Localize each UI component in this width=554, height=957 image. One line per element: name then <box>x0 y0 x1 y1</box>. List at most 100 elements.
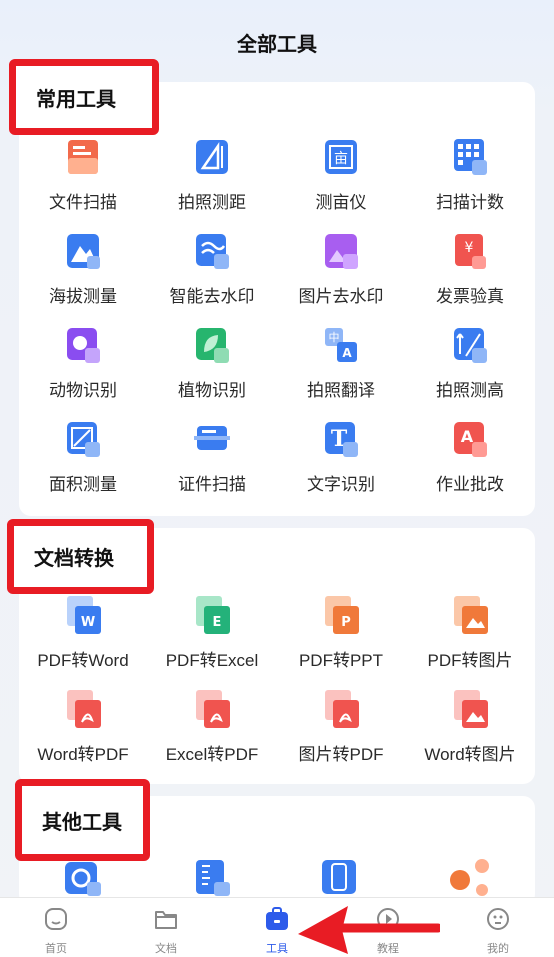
tool-label: 智能去水印 <box>169 287 255 306</box>
tool-pdf-to-image[interactable]: PDF转图片 <box>405 596 535 676</box>
tool-pdf-to-excel[interactable]: E PDF转Excel <box>147 596 277 676</box>
tool-word-to-pdf[interactable]: Word转PDF <box>18 690 148 770</box>
section-title-text: 文档转换 <box>34 548 114 570</box>
toolbox-icon <box>266 907 288 930</box>
tab-label: 文档 <box>155 943 177 955</box>
mountain-icon <box>67 234 100 269</box>
svg-text:W: W <box>81 615 95 630</box>
dog-icon <box>67 328 100 363</box>
image-watermark-icon <box>325 234 358 269</box>
field-measure-icon: 亩 <box>325 140 357 174</box>
tool-label: 证件扫描 <box>178 475 246 494</box>
tool-label: 拍照测高 <box>436 381 504 400</box>
tool-pdf-to-word[interactable]: W PDF转Word <box>18 596 148 676</box>
svg-text:E: E <box>213 615 222 630</box>
family-relation-icon[interactable] <box>448 858 492 896</box>
tab-home[interactable]: 首页 <box>16 906 96 956</box>
pdf-to-word-icon: W <box>67 596 101 634</box>
home-icon <box>45 908 67 930</box>
section-title-other: 其他工具 <box>15 779 150 861</box>
tool-label: 拍照翻译 <box>307 381 375 400</box>
pdf-to-image-icon <box>454 596 488 634</box>
tab-profile[interactable]: 我的 <box>458 906 538 956</box>
tool-label: 动物识别 <box>49 381 117 400</box>
tool-pdf-to-ppt[interactable]: P PDF转PPT <box>276 596 406 676</box>
tool-label: Word转PDF <box>37 745 129 764</box>
tool-smart-watermark[interactable]: 智能去水印 <box>147 232 277 312</box>
tab-label: 我的 <box>487 943 509 955</box>
tool-excel-to-pdf[interactable]: Excel转PDF <box>147 690 277 770</box>
tool-label: PDF转Word <box>37 651 129 670</box>
id-card-icon <box>194 426 230 450</box>
invoice-icon: ¥ <box>455 234 486 269</box>
tool-label: PDF转图片 <box>427 651 513 670</box>
height-measure-icon <box>454 328 487 363</box>
word-to-image-icon <box>454 690 488 728</box>
tab-label: 首页 <box>45 943 67 955</box>
camera-search-icon[interactable] <box>63 858 103 896</box>
tool-word-to-image[interactable]: Word转图片 <box>405 690 535 770</box>
tool-file-scan[interactable]: 文件扫描 <box>18 138 148 218</box>
tool-animal-id[interactable]: 动物识别 <box>18 326 148 406</box>
tab-documents[interactable]: 文档 <box>126 906 206 956</box>
profile-icon <box>487 908 509 930</box>
tool-field-measure[interactable]: 亩 测亩仪 <box>276 138 406 218</box>
tool-label: 测亩仪 <box>315 193 367 212</box>
page-title: 全部工具 <box>237 34 317 56</box>
translate-icon: 中A <box>325 328 357 362</box>
tool-label: PDF转PPT <box>298 651 384 670</box>
section-title-text: 常用工具 <box>36 88 116 111</box>
svg-text:A: A <box>461 427 474 446</box>
section-title-doc: 文档转换 <box>7 519 154 594</box>
tool-scan-count[interactable]: 扫描计数 <box>405 138 535 218</box>
area-icon <box>67 422 100 457</box>
tool-invoice-verify[interactable]: ¥ 发票验真 <box>405 232 535 312</box>
word-to-pdf-icon <box>67 690 101 728</box>
tool-id-scan[interactable]: 证件扫描 <box>147 420 277 500</box>
folder-icon <box>155 911 177 929</box>
tool-label: Word转图片 <box>424 745 516 764</box>
tool-homework[interactable]: A 作业批改 <box>405 420 535 500</box>
tool-label: 拍照测距 <box>178 193 246 212</box>
tool-photo-height[interactable]: 拍照测高 <box>405 326 535 406</box>
svg-text:P: P <box>341 615 351 630</box>
tool-image-to-pdf[interactable]: 图片转PDF <box>276 690 406 770</box>
pdf-to-ppt-icon: P <box>325 596 359 634</box>
tool-label: 图片去水印 <box>298 287 384 306</box>
image-to-pdf-icon <box>325 690 359 728</box>
leaf-icon <box>196 328 229 363</box>
tool-label: 图片转PDF <box>298 745 384 764</box>
tool-photo-distance[interactable]: 拍照测距 <box>147 138 277 218</box>
section-title-text: 其他工具 <box>42 811 122 834</box>
ruler-icon <box>196 140 228 174</box>
section-title-common: 常用工具 <box>9 59 159 135</box>
tool-label: 面积测量 <box>49 475 117 494</box>
tool-label: 文字识别 <box>307 475 375 494</box>
tool-plant-id[interactable]: 植物识别 <box>147 326 277 406</box>
tool-label: 作业批改 <box>436 475 504 494</box>
text-ocr-icon: T <box>325 422 358 457</box>
annotation-arrow-icon <box>298 906 440 954</box>
phone-scan-icon[interactable] <box>320 858 360 896</box>
watermark-remove-icon <box>196 234 229 269</box>
tool-label: 发票验真 <box>436 287 504 306</box>
tool-photo-translate[interactable]: 中A 拍照翻译 <box>276 326 406 406</box>
pdf-to-excel-icon: E <box>196 596 230 634</box>
tool-area-measure[interactable]: 面积测量 <box>18 420 148 500</box>
homework-icon: A <box>454 422 487 457</box>
excel-to-pdf-icon <box>196 690 230 728</box>
svg-text:亩: 亩 <box>334 150 348 167</box>
svg-text:A: A <box>342 346 352 360</box>
ruler-cm-icon[interactable] <box>192 858 232 896</box>
tool-label: 植物识别 <box>178 381 246 400</box>
tool-altitude[interactable]: 海拔测量 <box>18 232 148 312</box>
svg-text:¥: ¥ <box>465 240 474 256</box>
tool-text-ocr[interactable]: T 文字识别 <box>276 420 406 500</box>
tool-image-watermark[interactable]: 图片去水印 <box>276 232 406 312</box>
tool-label: Excel转PDF <box>165 745 259 764</box>
tool-label: 海拔测量 <box>49 287 117 306</box>
svg-text:中: 中 <box>329 331 340 344</box>
counter-icon <box>454 139 487 175</box>
tool-label: 文件扫描 <box>49 193 117 212</box>
tool-label: 扫描计数 <box>436 193 504 212</box>
